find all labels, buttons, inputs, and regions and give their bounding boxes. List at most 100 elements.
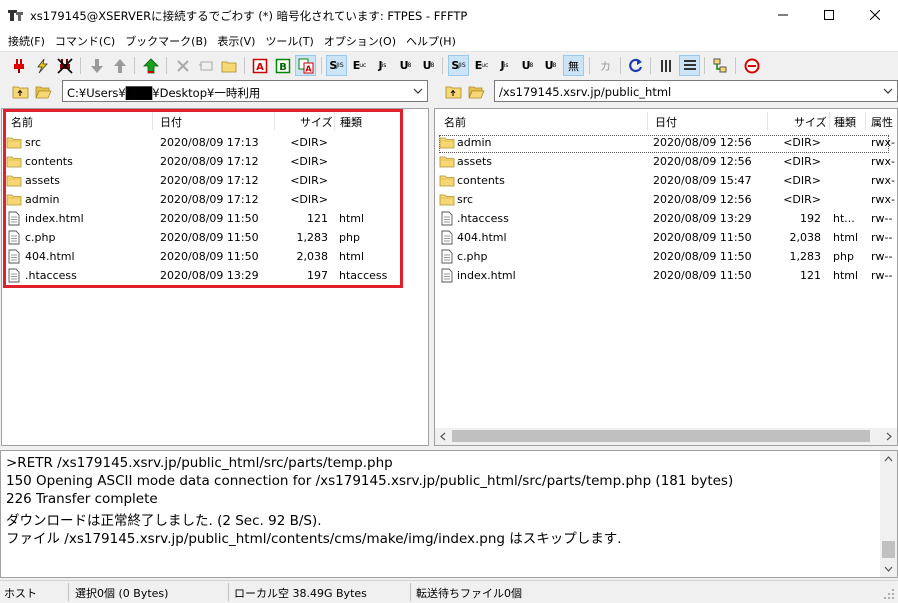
log-line: ファイル /xs179145.xsrv.jp/public_html/conte… bbox=[6, 531, 622, 547]
file-type: ht... bbox=[833, 212, 855, 225]
minimize-button[interactable] bbox=[760, 0, 806, 30]
menu-bookmark[interactable]: ブックマーク(B) bbox=[121, 30, 213, 51]
log-line: ダウンロードは正常終了しました. (2 Sec. 92 B/S). bbox=[6, 513, 322, 529]
rename-button[interactable] bbox=[195, 55, 216, 76]
disconnect-button[interactable] bbox=[54, 55, 75, 76]
file-date: 2020/08/09 12:56 bbox=[653, 193, 752, 206]
file-name: 404.html bbox=[457, 231, 507, 244]
status-host: ホスト bbox=[4, 587, 37, 600]
log-window[interactable]: >RETR /xs179145.xsrv.jp/public_html/src/… bbox=[0, 450, 898, 578]
file-row[interactable]: src 2020/08/09 12:56 <DIR> rwx- bbox=[435, 190, 897, 209]
binary-mode-button[interactable]: B bbox=[272, 55, 293, 76]
remote-path-value: /xs179145.xsrv.jp/public_html bbox=[499, 85, 672, 99]
file-attr: rwx- bbox=[871, 174, 895, 187]
list-view-button[interactable] bbox=[656, 55, 677, 76]
refresh-button[interactable] bbox=[625, 55, 646, 76]
status-bar: ホスト 選択0個 (0 Bytes) ローカル空 38.49G Bytes 転送… bbox=[0, 580, 898, 603]
remote-path-combobox[interactable]: /xs179145.xsrv.jp/public_html bbox=[494, 80, 898, 102]
file-row[interactable]: index.html 2020/08/09 11:50 121 html rw-- bbox=[435, 266, 897, 285]
file-row[interactable]: 404.html 2020/08/09 11:50 2,038 html rw-- bbox=[435, 228, 897, 247]
file-row[interactable]: assets 2020/08/09 17:12 <DIR> bbox=[2, 171, 428, 190]
folder-open-icon bbox=[34, 86, 52, 98]
file-row[interactable]: contents 2020/08/09 17:12 <DIR> bbox=[2, 152, 428, 171]
delete-button[interactable] bbox=[172, 55, 193, 76]
mirror-upload-button[interactable] bbox=[140, 55, 161, 76]
menu-connect[interactable]: 接続(F) bbox=[4, 30, 51, 51]
file-row[interactable]: admin 2020/08/09 12:56 <DIR> rwx- bbox=[435, 133, 897, 152]
file-icon bbox=[8, 249, 20, 264]
file-row[interactable]: src 2020/08/09 17:13 <DIR> bbox=[2, 133, 428, 152]
file-date: 2020/08/09 17:12 bbox=[160, 155, 259, 168]
remote-utf8n-button[interactable]: U8 bbox=[418, 55, 439, 76]
file-date: 2020/08/09 12:56 bbox=[653, 136, 752, 149]
kana-conversion-button[interactable]: カ bbox=[595, 55, 616, 76]
new-folder-button[interactable] bbox=[218, 55, 239, 76]
file-size: <DIR> bbox=[783, 193, 821, 206]
file-type: htaccess bbox=[339, 269, 388, 282]
menu-options[interactable]: オプション(O) bbox=[320, 30, 402, 51]
file-row[interactable]: 404.html 2020/08/09 11:50 2,038 html bbox=[2, 247, 428, 266]
file-row[interactable]: c.php 2020/08/09 11:50 1,283 php rw-- bbox=[435, 247, 897, 266]
file-row[interactable]: .htaccess 2020/08/09 13:29 197 htaccess bbox=[2, 266, 428, 285]
remote-horizontal-scrollbar[interactable] bbox=[435, 428, 897, 445]
file-size: <DIR> bbox=[290, 193, 328, 206]
upload-button[interactable] bbox=[109, 55, 130, 76]
resize-grip-icon[interactable] bbox=[883, 588, 895, 600]
file-name: contents bbox=[457, 174, 505, 187]
file-row[interactable]: contents 2020/08/09 15:47 <DIR> rwx- bbox=[435, 171, 897, 190]
menu-command[interactable]: コマンド(C) bbox=[51, 30, 121, 51]
abort-button[interactable] bbox=[741, 55, 762, 76]
local-jis-button[interactable]: Jis bbox=[494, 55, 515, 76]
remote-horizontal-scroll-thumb[interactable] bbox=[452, 430, 870, 442]
local-utf8n-button[interactable]: U8 bbox=[540, 55, 561, 76]
log-vertical-scrollbar[interactable] bbox=[880, 451, 897, 577]
file-row[interactable]: index.html 2020/08/09 11:50 121 html bbox=[2, 209, 428, 228]
menu-view[interactable]: 表示(V) bbox=[213, 30, 261, 51]
local-path-combobox[interactable]: C:¥Users¥███¥Desktop¥一時利用 bbox=[62, 80, 428, 102]
quick-connect-button[interactable] bbox=[31, 55, 52, 76]
local-utf8-button[interactable]: U8 bbox=[517, 55, 538, 76]
close-button[interactable] bbox=[852, 0, 898, 30]
local-open-folder-button[interactable] bbox=[33, 81, 53, 101]
ffftp-window: xs179145@XSERVERに接続するでごわす (*) 暗号化されています:… bbox=[0, 0, 898, 603]
folder-icon bbox=[439, 137, 455, 149]
detail-view-button[interactable] bbox=[679, 55, 700, 76]
file-row[interactable]: c.php 2020/08/09 11:50 1,283 php bbox=[2, 228, 428, 247]
local-sjis-button[interactable]: S JIS bbox=[448, 55, 469, 76]
folder-icon bbox=[439, 156, 455, 168]
menu-help[interactable]: ヘルプ(H) bbox=[402, 30, 462, 51]
file-row[interactable]: admin 2020/08/09 17:12 <DIR> bbox=[2, 190, 428, 209]
connect-button[interactable] bbox=[8, 55, 29, 76]
file-row[interactable]: .htaccess 2020/08/09 13:29 192 ht... rw-- bbox=[435, 209, 897, 228]
no-conversion-button[interactable]: 無 bbox=[563, 55, 584, 76]
remote-jis-button[interactable]: Jis bbox=[372, 55, 393, 76]
remote-file-list[interactable]: 名前 日付 サイズ 種類 属性 admin 2020/08/09 12:56 <DI… bbox=[434, 108, 898, 446]
sync-browse-icon bbox=[713, 58, 726, 72]
remote-euc-button[interactable]: Euc bbox=[349, 55, 370, 76]
remote-parent-folder-button[interactable] bbox=[443, 81, 463, 101]
scroll-left-icon bbox=[440, 432, 446, 441]
menu-tools[interactable]: ツール(T) bbox=[261, 30, 319, 51]
toolbar: A B A S JIS Euc Jis U8 U8 S JIS Euc J is… bbox=[0, 51, 898, 78]
file-size: <DIR> bbox=[783, 174, 821, 187]
auto-mode-button[interactable]: A bbox=[295, 55, 316, 76]
detail-view-icon bbox=[683, 59, 696, 70]
remote-sjis-button[interactable]: S JIS bbox=[326, 55, 347, 76]
status-transfer-queue: 転送待ちファイル0個 bbox=[416, 587, 522, 600]
file-size: 121 bbox=[800, 269, 821, 282]
maximize-button[interactable] bbox=[806, 0, 852, 30]
sync-browse-button[interactable] bbox=[709, 55, 730, 76]
status-local-free: ローカル空 38.49G Bytes bbox=[234, 587, 367, 600]
log-scroll-thumb[interactable] bbox=[882, 541, 895, 558]
file-name: .htaccess bbox=[25, 269, 77, 282]
file-row[interactable]: assets 2020/08/09 12:56 <DIR> rwx- bbox=[435, 152, 897, 171]
download-button[interactable] bbox=[86, 55, 107, 76]
local-file-list[interactable]: 名前 日付 サイズ 種類 src 2020/08/09 17:13 <DIR> con… bbox=[1, 108, 429, 446]
local-euc-button[interactable]: Euc bbox=[471, 55, 492, 76]
utf8-label: U bbox=[399, 59, 409, 72]
ascii-mode-button[interactable]: A bbox=[249, 55, 270, 76]
remote-open-folder-button[interactable] bbox=[466, 81, 486, 101]
local-parent-folder-button[interactable] bbox=[10, 81, 30, 101]
file-attr: rw-- bbox=[871, 231, 893, 244]
remote-utf8-button[interactable]: U8 bbox=[395, 55, 416, 76]
